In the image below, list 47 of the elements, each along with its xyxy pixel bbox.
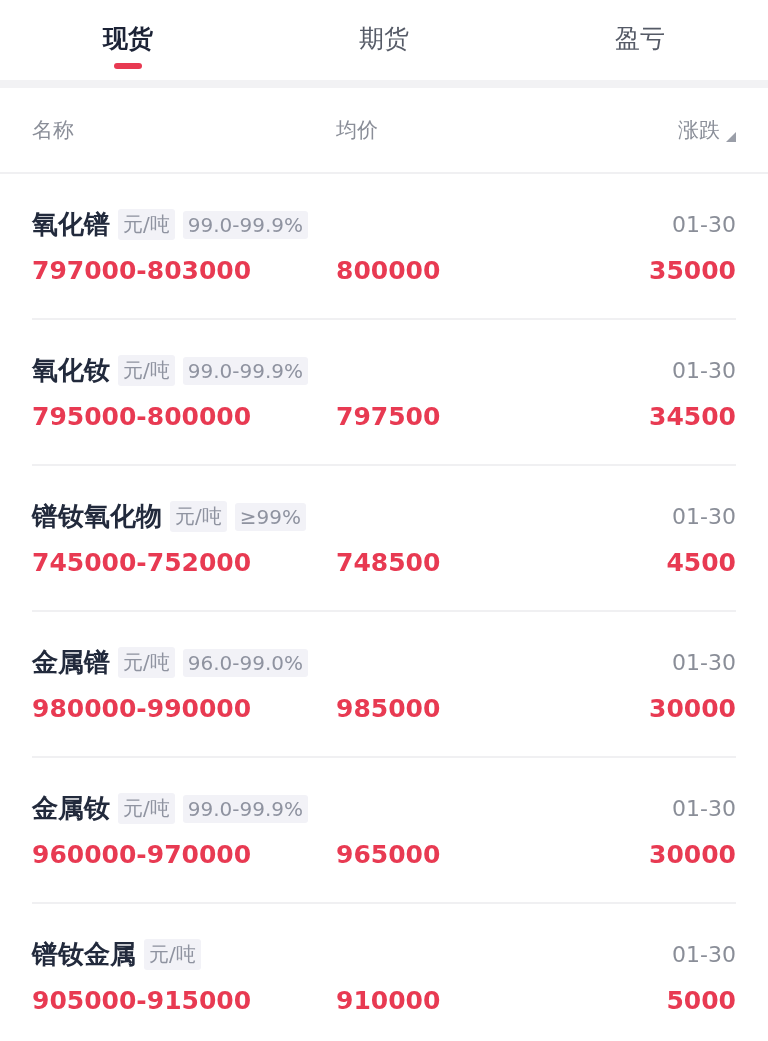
purity-tag: 99.0-99.9%	[182, 356, 309, 385]
date-text: 01-30	[671, 650, 736, 675]
product-name: 金属镨	[32, 646, 110, 679]
column-header: 名称	[32, 117, 75, 144]
average-price: 965000	[336, 840, 442, 869]
product-name: 镨钕金属	[32, 938, 136, 971]
price-change: 30000	[648, 840, 736, 869]
unit-tag: 元/吨	[144, 939, 201, 970]
unit-tag: 元/吨	[118, 355, 175, 386]
product-name: 镨钕氧化物	[32, 500, 162, 533]
price-range: 797000-803000	[32, 256, 253, 285]
average-price: 985000	[336, 694, 442, 723]
date-text: 01-30	[671, 358, 736, 383]
tab[interactable]: 盈亏	[512, 0, 768, 80]
price-range: 960000-970000	[32, 840, 253, 869]
purity-tag: 99.0-99.9%	[182, 794, 309, 823]
price-range: 795000-800000	[32, 402, 253, 431]
price-range: 905000-915000	[32, 986, 253, 1015]
price-change: 4500	[665, 548, 736, 577]
purity-tag: 96.0-99.0%	[182, 648, 309, 677]
unit-tag: 元/吨	[118, 647, 175, 678]
price-range: 980000-990000	[32, 694, 253, 723]
product-name: 氧化镨	[32, 208, 110, 241]
purity-tag: ≥99%	[234, 502, 306, 531]
average-price: 797500	[336, 402, 442, 431]
product-name: 金属钕	[32, 792, 110, 825]
column-header: 均价	[336, 117, 379, 144]
unit-tag: 元/吨	[118, 793, 175, 824]
product-name: 氧化钕	[32, 354, 110, 387]
average-price: 910000	[336, 986, 442, 1015]
price-change: 35000	[648, 256, 736, 285]
tab[interactable]: 现货	[0, 0, 256, 80]
price-change: 34500	[648, 402, 736, 431]
date-text: 01-30	[671, 504, 736, 529]
sort-icon[interactable]	[726, 132, 736, 142]
date-text: 01-30	[671, 942, 736, 967]
date-text: 01-30	[671, 212, 736, 237]
purity-tag: 99.0-99.9%	[182, 210, 309, 239]
price-range: 745000-752000	[32, 548, 253, 577]
average-price: 748500	[336, 548, 442, 577]
tab[interactable]: 期货	[256, 0, 512, 80]
average-price: 800000	[336, 256, 442, 285]
unit-tag: 元/吨	[118, 209, 175, 240]
unit-tag: 元/吨	[170, 501, 227, 532]
price-change: 30000	[648, 694, 736, 723]
price-change: 5000	[665, 986, 736, 1015]
date-text: 01-30	[671, 796, 736, 821]
